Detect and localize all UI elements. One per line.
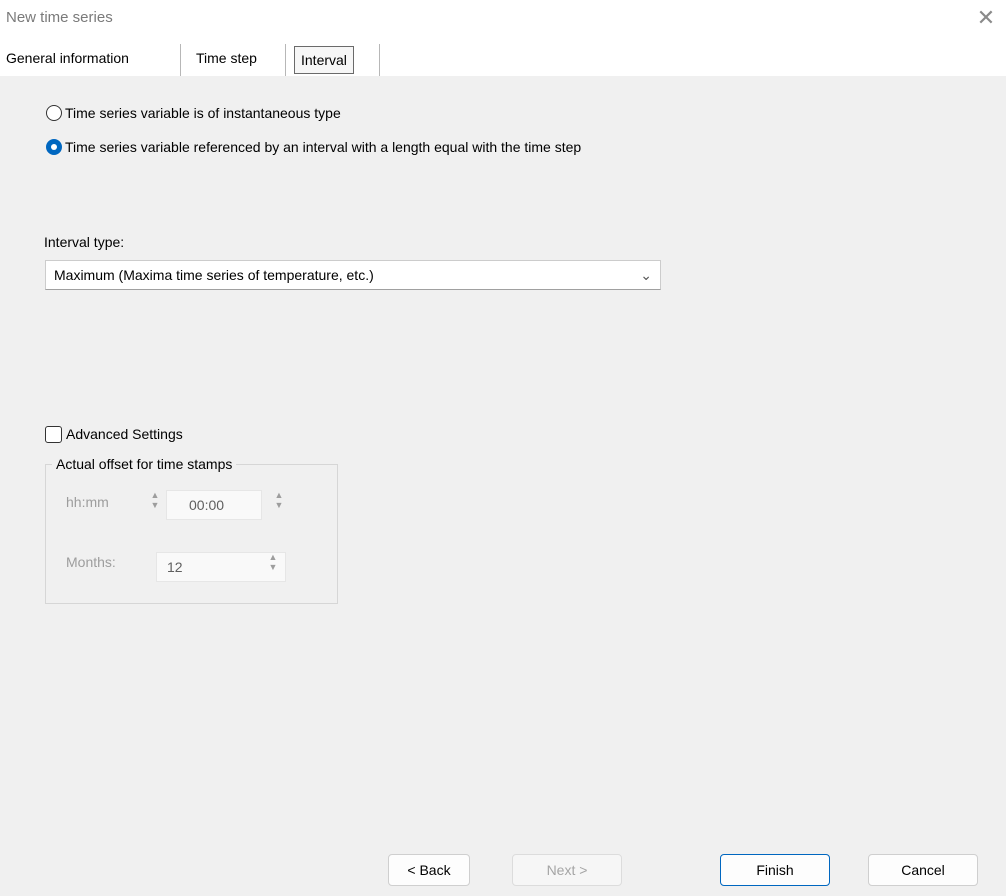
radio-button[interactable]: [46, 105, 62, 121]
interval-type-selected-value: Maximum (Maxima time series of temperatu…: [54, 267, 374, 283]
tab-time-step[interactable]: Time step: [190, 44, 263, 72]
radio-button-selected[interactable]: [46, 139, 62, 155]
timestamp-offset-group: [45, 464, 338, 604]
window-title: New time series: [6, 9, 113, 26]
next-button[interactable]: Next >: [512, 854, 622, 886]
instantaneous-radio-option[interactable]: Time series variable is of instantaneous…: [46, 104, 341, 122]
tab-divider: [379, 44, 380, 76]
tab-divider: [285, 44, 286, 76]
chevron-down-icon[interactable]: ⌄: [640, 261, 652, 289]
tab-divider: [180, 44, 181, 76]
interval-referenced-radio-label: Time series variable referenced by an in…: [65, 139, 582, 155]
back-button[interactable]: < Back: [388, 854, 470, 886]
advanced-settings-checkbox[interactable]: [45, 426, 62, 443]
interval-type-dropdown[interactable]: Maximum (Maxima time series of temperatu…: [45, 260, 661, 290]
new-time-series-dialog: New time series ✕ General information Ti…: [0, 0, 1006, 896]
instantaneous-radio-label: Time series variable is of instantaneous…: [65, 105, 341, 121]
minutes-spinner-arrows-icon[interactable]: ▲ ▼: [272, 490, 286, 520]
months-spinner-arrows-icon[interactable]: ▲ ▼: [266, 552, 280, 582]
interval-referenced-radio-option[interactable]: Time series variable referenced by an in…: [46, 138, 581, 156]
hhmm-label: hh:mm: [66, 494, 109, 510]
cancel-button[interactable]: Cancel: [868, 854, 978, 886]
tab-strip: General information Time step Interval: [0, 36, 1006, 76]
close-icon[interactable]: ✕: [972, 4, 1000, 32]
advanced-settings-checkbox-row[interactable]: Advanced Settings: [45, 426, 183, 443]
title-bar: New time series ✕: [0, 0, 1006, 36]
hours-spinner-arrows-icon[interactable]: ▲ ▼: [148, 490, 162, 520]
months-label: Months:: [66, 554, 116, 570]
interval-tab-panel: Time series variable is of instantaneous…: [10, 76, 1006, 896]
interval-type-label: Interval type:: [44, 234, 125, 250]
advanced-settings-label: Advanced Settings: [66, 426, 183, 442]
timestamp-offset-group-title: Actual offset for time stamps: [52, 456, 237, 472]
finish-button[interactable]: Finish: [720, 854, 830, 886]
hhmm-field[interactable]: 00:00: [166, 490, 262, 520]
tab-interval[interactable]: Interval: [294, 46, 354, 74]
tab-general-information[interactable]: General information: [0, 44, 135, 72]
